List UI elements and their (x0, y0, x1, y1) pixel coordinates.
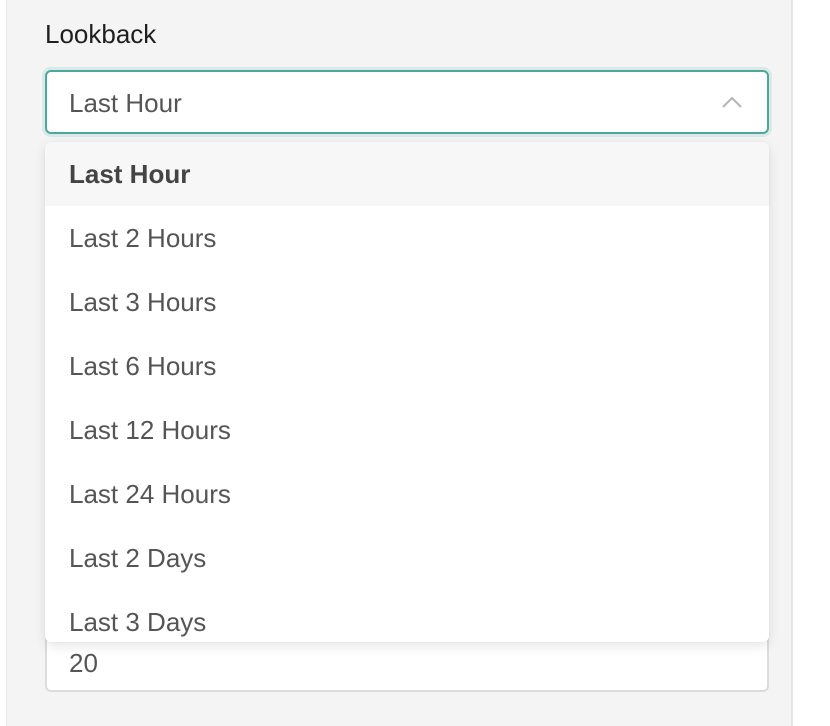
lookback-option[interactable]: Last 12 Hours (45, 398, 769, 462)
lookback-select[interactable]: Last Hour (45, 70, 769, 134)
lookback-option[interactable]: Last 24 Hours (45, 462, 769, 526)
lookback-dropdown-menu: Last Hour Last 2 Hours Last 3 Hours Last… (45, 142, 769, 642)
settings-panel: Lookback Last Hour 20 Last Hour Last 2 H… (6, 0, 793, 726)
lookback-option[interactable]: Last 2 Days (45, 526, 769, 590)
chevron-up-icon[interactable] (721, 94, 743, 110)
limit-number-value: 20 (69, 648, 98, 678)
lookback-option[interactable]: Last Hour (45, 142, 769, 206)
lookback-option[interactable]: Last 6 Hours (45, 334, 769, 398)
lookback-label: Lookback (45, 19, 157, 49)
lookback-selected-value: Last Hour (69, 88, 182, 118)
lookback-option[interactable]: Last 2 Hours (45, 206, 769, 270)
lookback-option[interactable]: Last 3 Hours (45, 270, 769, 334)
lookback-option[interactable]: Last 3 Days (45, 590, 769, 642)
